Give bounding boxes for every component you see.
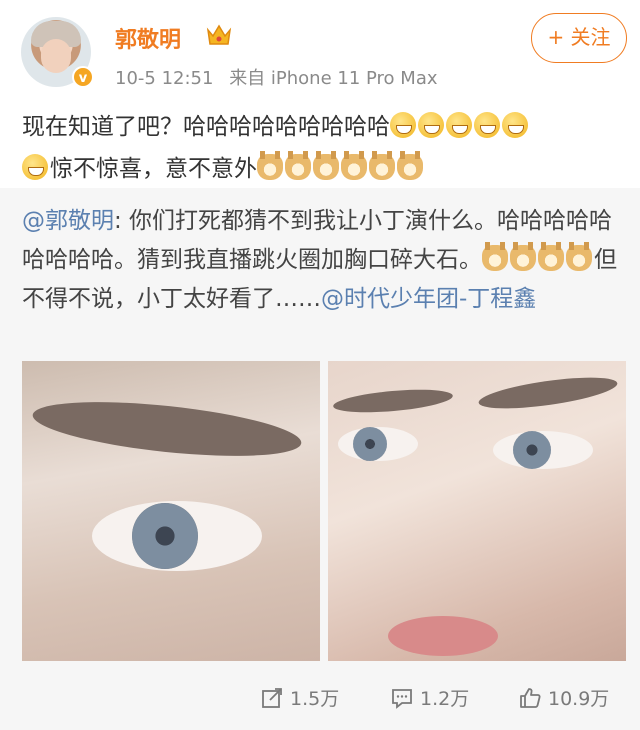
doge-emoji-icon: [369, 151, 395, 180]
post-text: 现在知道了吧？哈哈哈哈哈哈哈哈哈 惊不惊喜，意不意外: [22, 106, 622, 190]
doge-emoji-icon: [341, 151, 367, 180]
username[interactable]: 郭敬明: [115, 22, 181, 54]
doge-emoji-icon: [510, 242, 536, 271]
grin-emoji-icon: [418, 112, 444, 138]
doge-emoji-icon: [257, 151, 283, 180]
doge-emoji-icon: [285, 151, 311, 180]
post-actions: 1.5万 1.2万 10.9万: [0, 672, 640, 722]
follow-button[interactable]: + 关注: [531, 13, 627, 63]
doge-emoji-icon: [313, 151, 339, 180]
verified-badge-icon: v: [72, 66, 94, 88]
photo-brow: [332, 385, 454, 417]
photo-iris: [513, 431, 551, 469]
repost-card[interactable]: @郭敬明: 你们打死都猜不到我让小丁演什么。哈哈哈哈哈哈哈哈哈。猜到我直播跳火圈…: [0, 188, 640, 730]
comment-icon: [392, 688, 412, 709]
photo-iris: [353, 427, 387, 461]
share-button[interactable]: 1.5万: [260, 684, 339, 711]
grin-emoji-icon: [22, 154, 48, 180]
repost-text: @郭敬明: 你们打死都猜不到我让小丁演什么。哈哈哈哈哈哈哈哈哈。猜到我直播跳火圈…: [22, 202, 622, 319]
photo-face-closeup[interactable]: [328, 361, 626, 661]
grin-emoji-icon: [390, 112, 416, 138]
grin-emoji-icon: [446, 112, 472, 138]
doge-emoji-icon: [482, 242, 508, 271]
timestamp: 10-5 12:51: [115, 68, 214, 89]
doge-emoji-icon: [566, 242, 592, 271]
doge-emoji-icon: [397, 151, 423, 180]
post-source: 来自 iPhone 11 Pro Max: [229, 68, 438, 89]
photo-lips: [388, 616, 498, 656]
post-meta: 10-5 12:51 来自 iPhone 11 Pro Max: [115, 64, 438, 90]
comment-count: 1.2万: [420, 688, 470, 710]
crown-icon: [206, 24, 232, 45]
photo-brow: [477, 371, 619, 415]
photo-brow: [30, 392, 304, 466]
post-text-main: 现在知道了吧？哈哈哈哈哈哈哈哈哈: [22, 114, 390, 140]
photo-iris: [132, 503, 198, 569]
post-text-second: 惊不惊喜，意不意外: [50, 156, 257, 182]
like-button[interactable]: 10.9万: [518, 684, 609, 711]
doge-emoji-icon: [538, 242, 564, 271]
grin-emoji-icon: [502, 112, 528, 138]
share-count: 1.5万: [290, 688, 340, 710]
like-count: 10.9万: [548, 688, 610, 710]
share-icon: [262, 687, 282, 708]
photo-eye-closeup[interactable]: [22, 361, 320, 661]
grin-emoji-icon: [474, 112, 500, 138]
repost-author-mention[interactable]: @郭敬明: [22, 208, 114, 234]
thumbs-up-icon: [520, 687, 541, 708]
comment-button[interactable]: 1.2万: [390, 684, 469, 711]
repost-tag-mention[interactable]: @时代少年团-丁程鑫: [321, 286, 536, 312]
avatar-face: [41, 39, 71, 73]
